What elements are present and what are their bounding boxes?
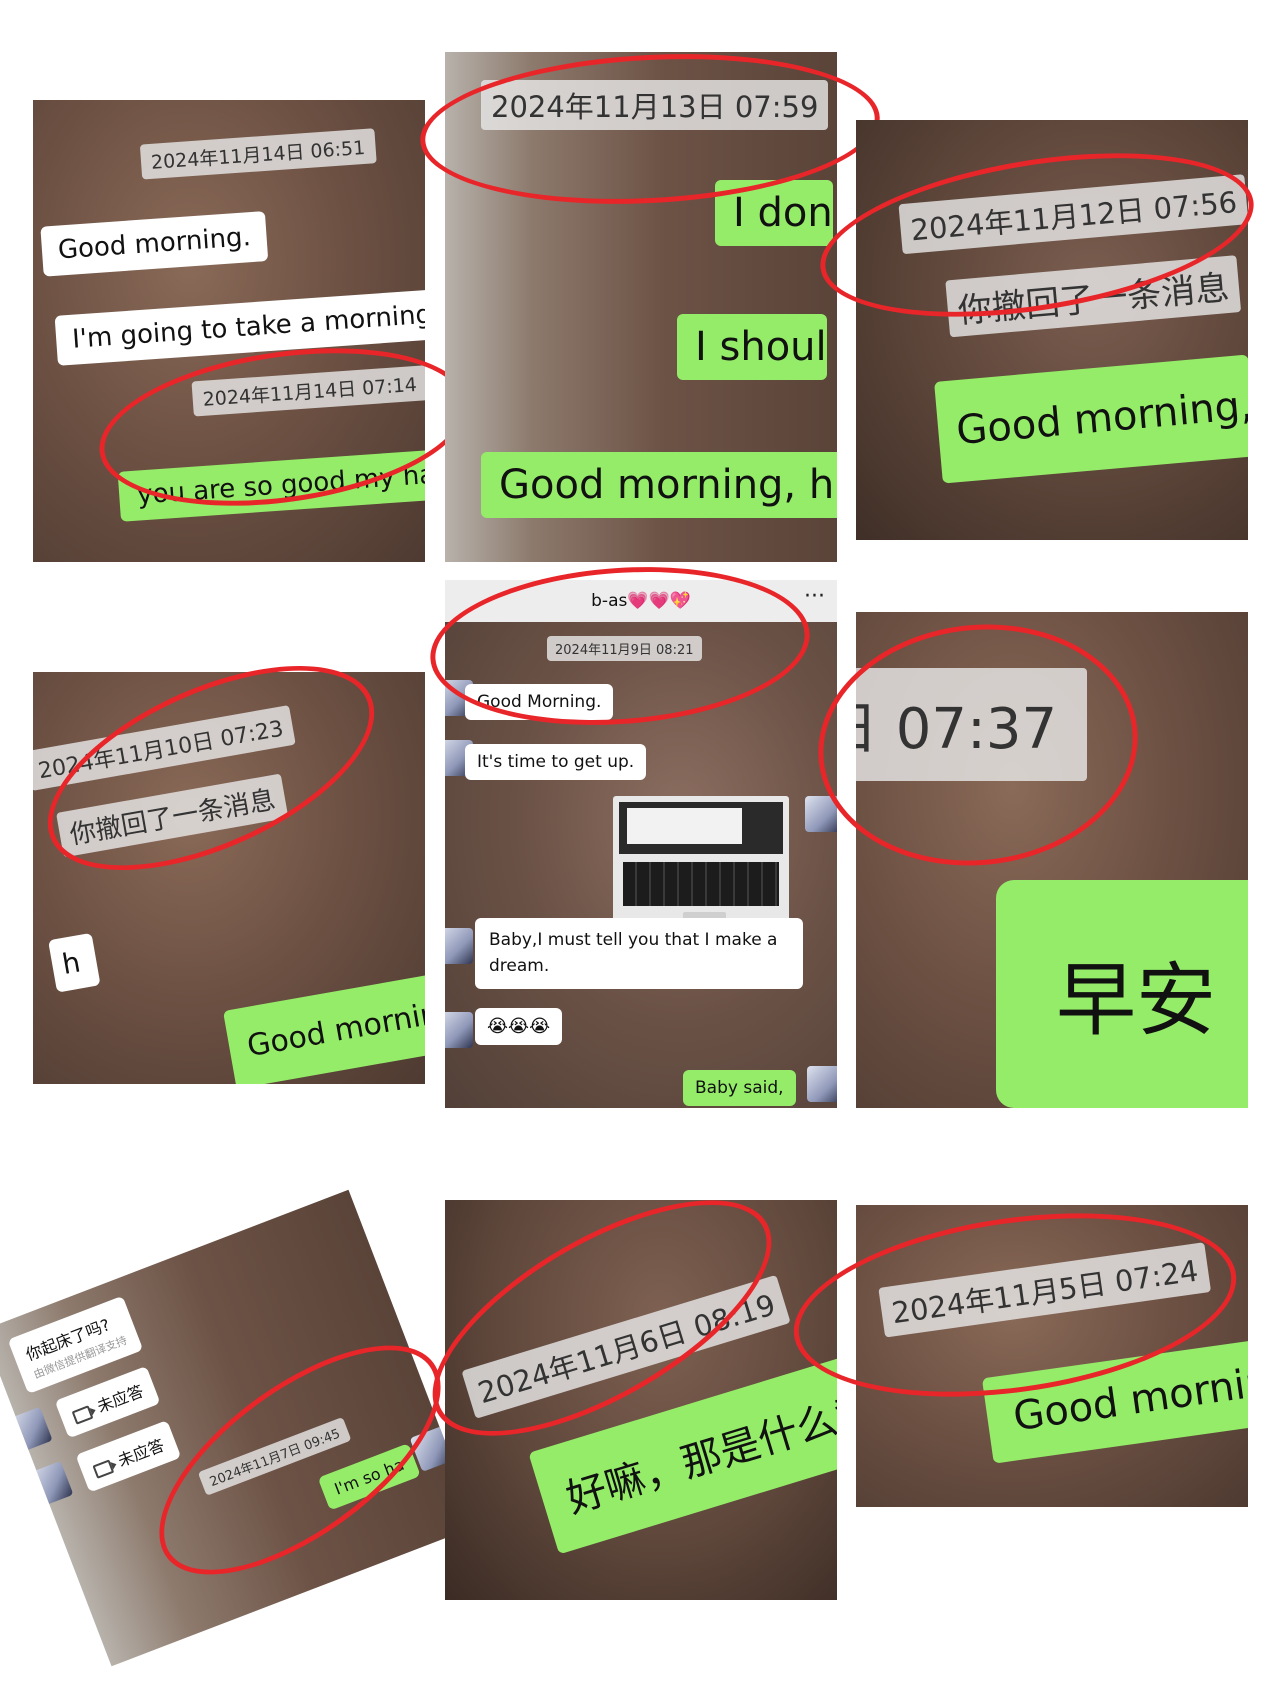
recall-notice: 你撤回了一条消息 — [945, 255, 1242, 338]
contact-name[interactable]: b-as💗💗💖 — [591, 591, 691, 611]
message-bubble[interactable]: Good morning — [222, 967, 425, 1084]
timestamp: 2024年11月14日 06:51 — [139, 128, 377, 180]
timestamp: 日 07:37 — [856, 668, 1088, 781]
message-bubble[interactable]: 早安 — [996, 880, 1248, 1108]
message-bubble[interactable]: I shoul — [677, 314, 827, 380]
avatar[interactable] — [805, 796, 837, 832]
screenshot-panel-nov10: 2024年11月10日 07:23 你撤回了一条消息 h Good mornin… — [33, 672, 425, 1084]
screenshot-panel-nov13: 2024年11月13日 07:59 I don I shoul Good mor… — [445, 52, 837, 562]
message-bubble[interactable]: Baby said, — [683, 1070, 796, 1106]
timestamp: 2024年11月13日 07:59 — [481, 80, 829, 130]
message-bubble[interactable]: h — [48, 932, 101, 993]
avatar[interactable] — [6, 1406, 53, 1454]
more-menu-icon[interactable]: ··· — [804, 580, 825, 614]
message-bubble[interactable]: I don — [715, 180, 833, 246]
message-bubble[interactable]: Good morning. — [40, 211, 269, 277]
message-bubble[interactable]: I'm so ha — [317, 1443, 421, 1511]
screenshot-panel-nov5: 2024年11月5日 07:24 Good morning, — [856, 1205, 1248, 1507]
message-bubble[interactable]: Good morning, hu — [481, 452, 837, 518]
avatar[interactable] — [445, 928, 473, 964]
timestamp: 2024年11月9日 08:21 — [547, 636, 702, 661]
screenshot-panel-time-0737: 日 07:37 早安 — [856, 612, 1248, 1108]
avatar[interactable] — [807, 1066, 837, 1102]
recall-notice: 你撤回了一条消息 — [56, 773, 289, 858]
screenshot-panel-nov6: 2024年11月6日 08:19 好嘛，那是什么意思 — [445, 1200, 837, 1600]
avatar[interactable] — [445, 1012, 473, 1048]
timestamp: 2024年11月14日 07:14 — [191, 365, 425, 417]
screenshot-panel-nov9: b-as💗💗💖 ··· 2024年11月9日 08:21 Good Mornin… — [445, 580, 837, 1108]
message-bubble[interactable]: Baby,I must tell you that I make a dream… — [475, 918, 803, 989]
avatar[interactable] — [26, 1460, 74, 1508]
message-bubble[interactable]: It's time to get up. — [465, 744, 647, 780]
timestamp: 2024年11月5日 07:24 — [878, 1242, 1212, 1338]
message-bubble[interactable]: Good morning, — [934, 354, 1248, 484]
message-bubble[interactable]: I'm going to take a morning r — [54, 288, 425, 366]
screenshot-panel-nov14: 2024年11月14日 06:51 Good morning. I'm goin… — [33, 100, 425, 562]
video-call-icon — [92, 1458, 115, 1479]
message-bubble[interactable]: Good Morning. — [465, 684, 614, 720]
message-bubble[interactable]: you are so good.my hans — [117, 447, 425, 522]
message-bubble[interactable]: Good morning, — [981, 1333, 1248, 1464]
message-bubble[interactable]: 😭😭😭 — [475, 1008, 563, 1045]
screenshot-panel-nov12: 2024年11月12日 07:56 你撤回了一条消息 Good morning, — [856, 120, 1248, 540]
timestamp: 2024年11月12日 07:56 — [898, 174, 1248, 255]
chat-header: b-as💗💗💖 ··· — [445, 580, 837, 622]
video-call-icon — [71, 1404, 94, 1425]
missed-call-bubble[interactable]: 未应答 — [75, 1420, 182, 1493]
screenshot-panel-nov7: 你起床了吗? 由微信提供翻译支持 未应答 未应答 2024年11月7日 09:4… — [0, 1189, 478, 1667]
